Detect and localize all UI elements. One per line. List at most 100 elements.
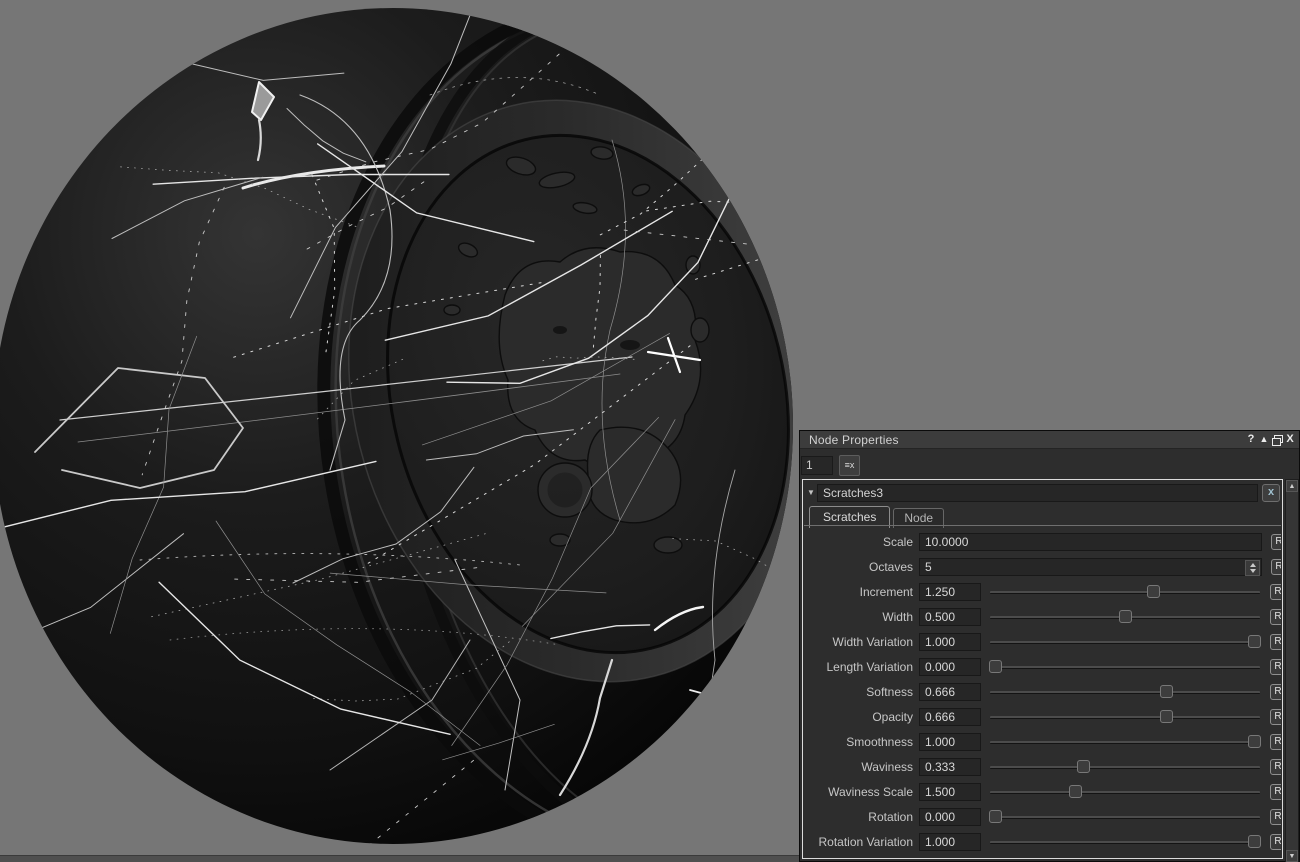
reset-button[interactable]: R <box>1271 559 1281 575</box>
param-label: Smoothness <box>804 735 919 749</box>
param-row: Waviness Scale1.500 R <box>804 779 1281 804</box>
close-icon[interactable]: X <box>1284 433 1296 446</box>
spin-up-icon[interactable] <box>1250 563 1256 567</box>
param-label: Increment <box>804 585 919 599</box>
param-value-field[interactable]: 0.333 <box>919 758 981 776</box>
slider-handle[interactable] <box>989 660 1002 673</box>
param-label: Length Variation <box>804 660 919 674</box>
slider-track[interactable] <box>990 666 1260 669</box>
node-name-field[interactable]: Scratches3 <box>817 484 1258 502</box>
param-value-field[interactable]: 1.000 <box>919 733 981 751</box>
param-value-field[interactable]: 1.250 <box>919 583 981 601</box>
panel-title: Node Properties <box>803 433 1244 447</box>
slider-track[interactable] <box>990 766 1260 769</box>
stack-count-field[interactable]: 1 <box>801 456 833 475</box>
scroll-down-icon[interactable]: ▼ <box>1286 850 1298 862</box>
slider-handle[interactable] <box>1160 710 1173 723</box>
slider-handle[interactable] <box>1119 610 1132 623</box>
slider-handle[interactable] <box>1069 785 1082 798</box>
slider-track[interactable] <box>990 716 1260 719</box>
reset-button[interactable]: R <box>1270 734 1281 750</box>
parameter-list: Scale10.0000ROctaves5RIncrement1.250RWid… <box>804 529 1281 854</box>
reset-button[interactable]: R <box>1270 809 1281 825</box>
scroll-up-icon[interactable]: ▲ <box>1286 480 1298 492</box>
reset-button[interactable]: R <box>1270 784 1281 800</box>
reset-button[interactable]: R <box>1270 609 1281 625</box>
help-icon[interactable]: ? <box>1245 433 1257 446</box>
slider-track[interactable] <box>990 816 1260 819</box>
param-label: Width Variation <box>804 635 919 649</box>
param-value-field[interactable]: 0.666 <box>919 708 981 726</box>
slider-track[interactable] <box>990 641 1260 644</box>
slider-handle[interactable] <box>1077 760 1090 773</box>
panel-titlebar[interactable]: Node Properties ? ▲ X <box>800 431 1299 449</box>
param-row: Length Variation0.000 R <box>804 654 1281 679</box>
reset-button[interactable]: R <box>1270 659 1281 675</box>
param-slider[interactable] <box>989 659 1261 674</box>
param-label: Rotation Variation <box>804 835 919 849</box>
clear-stack-icon: ≡x <box>845 460 855 470</box>
param-label: Width <box>804 610 919 624</box>
param-slider[interactable] <box>989 584 1261 599</box>
reset-button[interactable]: R <box>1270 834 1281 850</box>
param-slider[interactable] <box>989 759 1261 774</box>
param-value-field[interactable]: 0.000 <box>919 658 981 676</box>
slider-handle[interactable] <box>989 810 1002 823</box>
param-row: Waviness0.333R <box>804 754 1281 779</box>
node-close-button[interactable]: x <box>1262 484 1280 502</box>
param-value-field[interactable]: 0.000 <box>919 808 981 826</box>
spin-down-icon[interactable] <box>1250 569 1256 573</box>
reset-button[interactable]: R <box>1271 534 1281 550</box>
collapse-arrow-icon[interactable]: ▼ <box>805 488 817 497</box>
param-row: Increment1.250 R <box>804 579 1281 604</box>
param-slider[interactable] <box>989 834 1261 849</box>
spinner-buttons[interactable] <box>1245 560 1260 576</box>
slider-track[interactable] <box>990 591 1260 594</box>
slider-handle[interactable] <box>1248 735 1261 748</box>
slider-handle[interactable] <box>1160 685 1173 698</box>
param-value-field[interactable]: 10.0000 <box>919 533 1262 551</box>
param-label: Softness <box>804 685 919 699</box>
clear-stack-button[interactable]: ≡x <box>839 455 860 476</box>
param-row: Rotation Variation1.000 R <box>804 829 1281 854</box>
slider-handle[interactable] <box>1248 635 1261 648</box>
param-value-field[interactable]: 1.500 <box>919 783 981 801</box>
param-label: Scale <box>804 535 919 549</box>
param-value-field[interactable]: 1.000 <box>919 633 981 651</box>
reset-button[interactable]: R <box>1270 759 1281 775</box>
param-slider[interactable] <box>989 634 1261 649</box>
param-value-field[interactable]: 0.666 <box>919 683 981 701</box>
param-value-field[interactable]: 1.000 <box>919 833 981 851</box>
param-row: Smoothness1.000 R <box>804 729 1281 754</box>
slider-track[interactable] <box>990 691 1260 694</box>
slider-handle[interactable] <box>1248 835 1261 848</box>
slider-handle[interactable] <box>1147 585 1160 598</box>
slider-track[interactable] <box>990 791 1260 794</box>
reset-button[interactable]: R <box>1270 634 1281 650</box>
param-row: Opacity0.666 R <box>804 704 1281 729</box>
param-slider[interactable] <box>989 709 1261 724</box>
param-slider[interactable] <box>989 684 1261 699</box>
param-slider[interactable] <box>989 734 1261 749</box>
panel-scrollbar[interactable]: ▲ ▼ <box>1285 479 1299 862</box>
param-value-field[interactable]: 5 <box>919 558 1262 576</box>
slider-track[interactable] <box>990 741 1260 744</box>
param-label: Opacity <box>804 710 919 724</box>
node-properties-panel: Node Properties ? ▲ X 1 ≡x ▼ Scratches3 … <box>799 430 1300 862</box>
float-icon[interactable] <box>1271 433 1283 446</box>
param-slider[interactable] <box>989 809 1261 824</box>
reset-button[interactable]: R <box>1270 684 1281 700</box>
param-value-field[interactable]: 0.500 <box>919 608 981 626</box>
node-tabs: Scratches Node <box>803 503 1282 527</box>
param-label: Waviness Scale <box>804 785 919 799</box>
param-label: Rotation <box>804 810 919 824</box>
param-slider[interactable] <box>989 784 1261 799</box>
param-slider[interactable] <box>989 609 1261 624</box>
reset-button[interactable]: R <box>1270 584 1281 600</box>
shade-icon[interactable]: ▲ <box>1258 433 1270 446</box>
reset-button[interactable]: R <box>1270 709 1281 725</box>
node-group-box: ▼ Scratches3 x Scratches Node Scale10.00… <box>802 479 1283 859</box>
slider-track[interactable] <box>990 841 1260 844</box>
node-header: ▼ Scratches3 x <box>803 480 1282 503</box>
param-row: Octaves5R <box>804 554 1281 579</box>
